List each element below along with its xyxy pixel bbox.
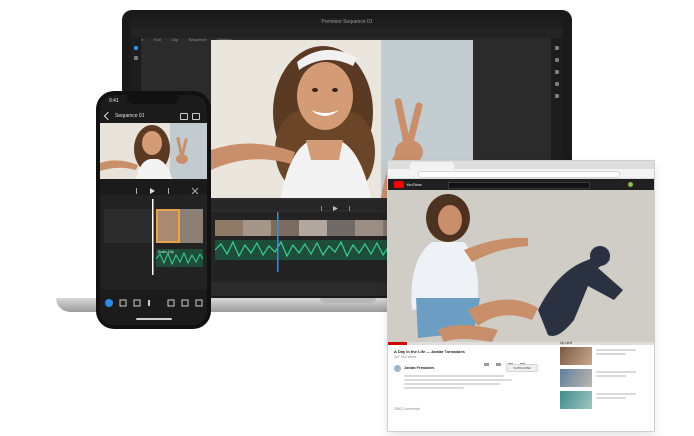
step-forward-icon[interactable] [168,188,169,194]
avatar[interactable] [628,182,633,187]
transitions-icon[interactable] [181,299,189,307]
media-icon[interactable] [119,299,127,307]
split-icon[interactable] [148,300,150,306]
home-indicator[interactable] [136,318,172,320]
phone-transport [100,183,207,195]
play-icon[interactable] [333,206,338,211]
laptop-notch [320,298,376,303]
description-line [404,375,504,377]
phone-preview[interactable] [100,123,207,179]
subscribe-button[interactable]: SUBSCRIBE [506,364,538,372]
video-player[interactable] [388,190,654,345]
channel-avatar[interactable] [394,365,401,372]
up-next-title-line [596,393,636,395]
youtube-wordmark[interactable]: YouTube [406,182,422,187]
status-time: 9:41 [109,98,119,104]
phone-preview-frame [100,123,207,179]
audio-icon[interactable] [195,299,203,307]
panel-icon[interactable] [555,58,559,62]
effects-icon[interactable] [167,299,175,307]
panel-icon[interactable] [555,46,559,50]
step-back-icon[interactable] [321,206,322,211]
phone-notch [127,95,179,104]
add-icon[interactable] [105,299,113,307]
skater-video-frame [388,190,654,345]
description-line [404,379,512,381]
dislike-icon[interactable] [496,363,501,366]
menu-item-clip[interactable]: Clip [171,37,178,42]
url-field[interactable] [418,171,620,178]
menu-item-sequence[interactable]: Sequence [189,37,207,42]
like-actions [484,354,554,366]
title-bar: Premiere Sequence 01 [131,18,563,28]
up-next-label: Up next [560,341,573,345]
share-icon[interactable] [192,113,200,120]
playhead[interactable] [277,212,279,272]
back-icon[interactable] [103,111,113,121]
video-title: A Day in the Life — Avatar Tornadoes [394,349,465,354]
window-title: Premiere Sequence 01 [321,19,373,25]
channel-name[interactable]: Jordan Fernandes [404,366,434,370]
menu-item-edit[interactable]: Edit [154,37,161,42]
search-input[interactable] [448,182,590,189]
browser-tab[interactable] [410,162,454,169]
step-back-icon[interactable] [136,188,137,194]
up-next-title-line [596,349,636,351]
selection-tool-icon[interactable] [134,46,138,50]
phone-timeline-tracks [104,199,204,275]
panel-icon[interactable] [555,70,559,74]
step-forward-icon[interactable] [349,206,350,211]
undo-icon[interactable] [180,113,188,120]
description-line [404,383,500,385]
youtube-logo-icon[interactable] [394,181,404,188]
up-next-thumbnail[interactable] [560,369,592,387]
phone-screen: 9:41 Sequence 01 Audio Clip [100,95,207,325]
titles-icon[interactable] [133,299,141,307]
up-next-meta-line [596,353,626,355]
phone-timeline[interactable]: Audio Clip [100,195,207,289]
video-progress-fill [388,342,407,345]
up-next-meta-line [596,375,626,377]
sequence-title: Sequence 01 [115,113,145,119]
panel-icon[interactable] [555,94,559,98]
panel-icon[interactable] [555,82,559,86]
video-clip[interactable] [180,209,203,243]
playhead[interactable] [152,199,154,275]
fullscreen-icon[interactable] [191,187,199,195]
like-icon[interactable] [484,363,489,366]
up-next-title-line [596,371,636,373]
comments-count: 1562 Comments [394,407,420,411]
menu-bar: File Edit Clip Sequence Window [131,28,563,42]
tool-icon[interactable] [134,56,138,60]
phone-toolbar [100,293,207,315]
view-count: 367,992 views [394,355,417,359]
play-icon[interactable] [150,188,155,194]
youtube-header: YouTube [388,179,654,190]
up-next-thumbnail[interactable] [560,347,592,365]
video-progress-track[interactable] [388,342,654,345]
audio-clip-label: Audio Clip [158,250,174,254]
description-line [404,387,464,389]
phone-toolbar-icons [105,299,203,307]
browser-window: YouTube A Day in the Life — Avatar Torna… [388,161,654,431]
up-next-meta-line [596,397,626,399]
up-next-thumbnail[interactable] [560,391,592,409]
